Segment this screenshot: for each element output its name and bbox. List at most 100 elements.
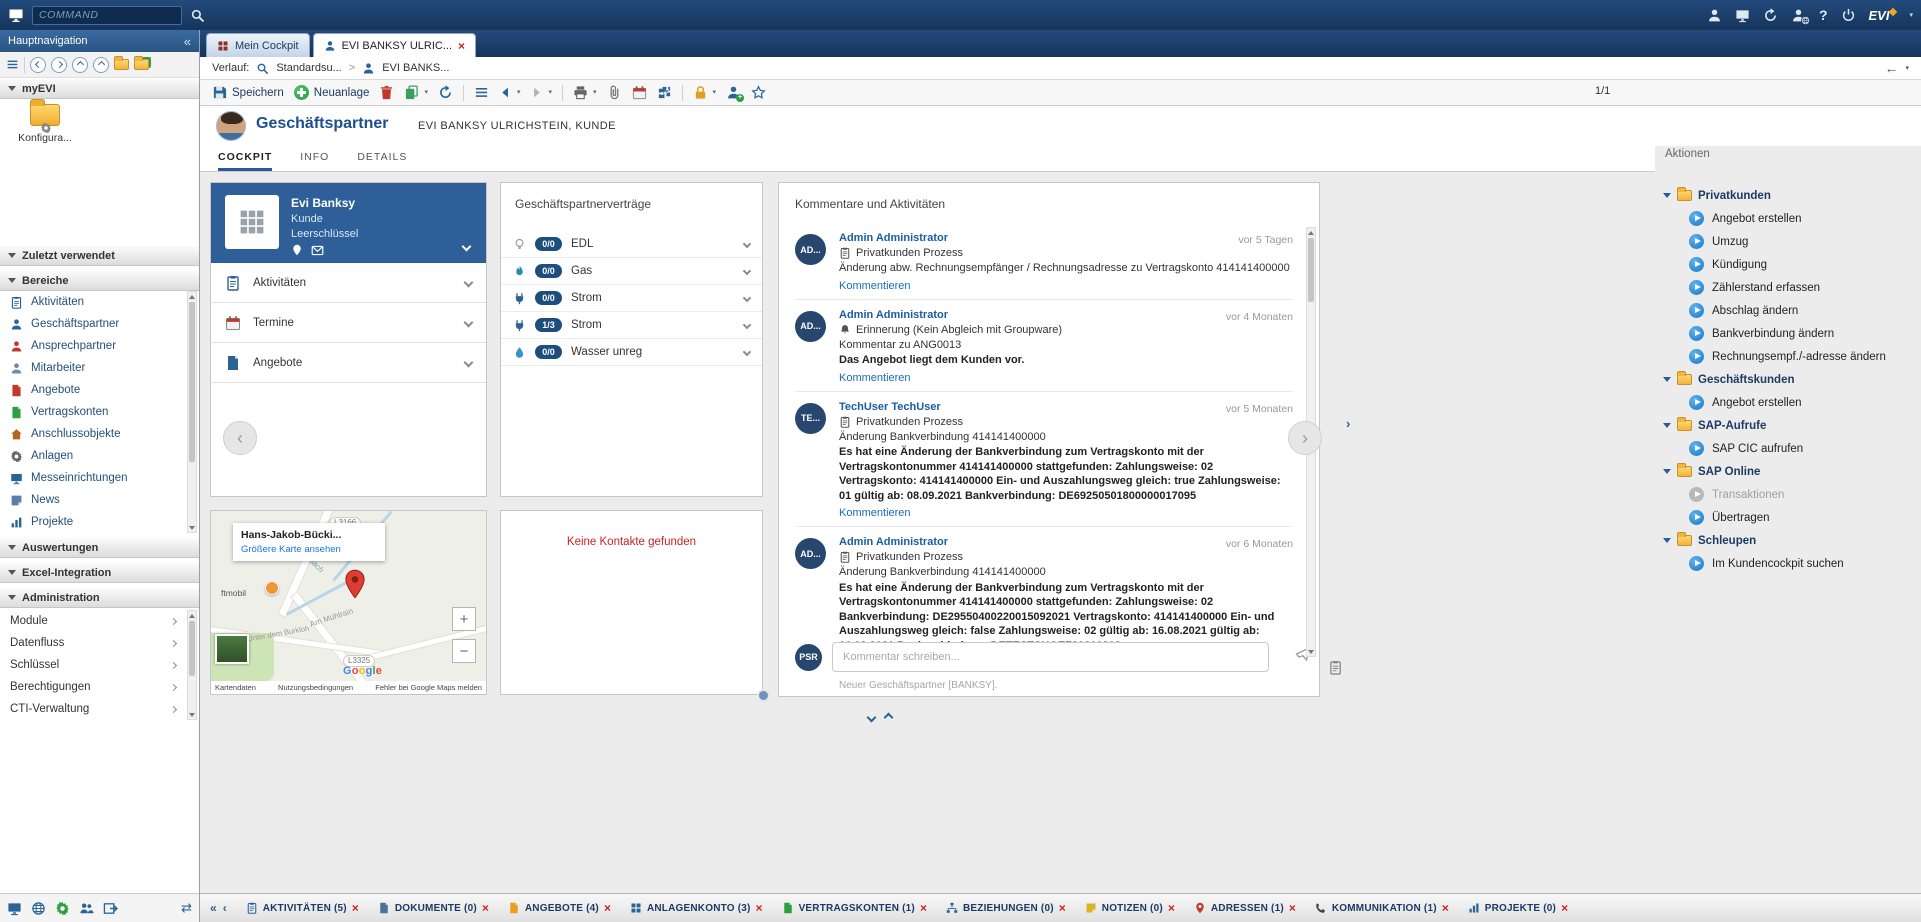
action-abschlag-aendern[interactable]: Abschlag ändern [1663, 299, 1921, 322]
close-icon[interactable]: × [604, 902, 611, 914]
chevron-down-icon[interactable] [462, 242, 472, 252]
search-icon[interactable] [190, 8, 205, 23]
contract-row-strom-2[interactable]: 1/3 Strom [501, 312, 762, 339]
sidebar-item-news[interactable]: News [0, 489, 186, 511]
action-zaehlerstand-erfassen[interactable]: Zählerstand erfassen [1663, 276, 1921, 299]
action-group-sap-online[interactable]: SAP Online [1663, 460, 1921, 483]
scroll-up-icon[interactable] [188, 611, 196, 620]
action-angebot-erstellen-gk[interactable]: Angebot erstellen [1663, 391, 1921, 414]
dock-tab-angebote[interactable]: ANGEBOTE (4)× [508, 902, 611, 914]
contract-row-edl[interactable]: 0/0 EDL [501, 231, 762, 258]
collapse-down-icon[interactable] [867, 713, 877, 723]
contract-row-wasser[interactable]: 0/0 Wasser unreg [501, 339, 762, 366]
chevron-down-icon[interactable] [464, 358, 474, 368]
comment-reply-link[interactable]: Kommentieren [839, 507, 911, 519]
comment-author[interactable]: Admin Administrator [839, 536, 948, 548]
print-button[interactable]: ▾ [573, 85, 597, 100]
breadcrumb-item-standardsuche[interactable]: Standardsu... [276, 62, 341, 74]
section-myevi[interactable]: myEVI [0, 78, 199, 99]
tab-mein-cockpit[interactable]: Mein Cockpit [206, 33, 310, 57]
comment-author[interactable]: Admin Administrator [839, 232, 948, 244]
list-button[interactable] [474, 85, 489, 100]
close-icon[interactable]: × [756, 902, 763, 914]
panel-angebote[interactable]: Angebote [211, 343, 486, 383]
action-group-privatkunden[interactable]: Privatkunden [1663, 184, 1921, 207]
new-record-button[interactable]: Neuanlage [294, 85, 370, 100]
section-auswertungen[interactable]: Auswertungen [0, 537, 199, 558]
menu-icon[interactable] [6, 58, 19, 71]
scroll-thumb[interactable] [189, 621, 195, 676]
app-logo-icon[interactable] [8, 7, 24, 23]
action-im-kundencockpit-suchen[interactable]: Im Kundencockpit suchen [1663, 552, 1921, 575]
comment-author[interactable]: Admin Administrator [839, 309, 948, 321]
sidebar-item-geschaeftspartner[interactable]: Geschäftspartner [0, 313, 186, 335]
settings-icon[interactable] [55, 901, 70, 916]
tab-details[interactable]: DETAILS [357, 146, 407, 171]
dock-tab-kommunikation[interactable]: KOMMUNIKATION (1)× [1315, 902, 1449, 914]
partner-summary-card[interactable]: Evi Banksy Kunde Leerschlüssel [211, 183, 486, 263]
sidebar-item-anschlussobjekte[interactable]: Anschlussobjekte [0, 423, 186, 445]
larger-map-link[interactable]: Größere Karte ansehen [241, 544, 377, 555]
carousel-prev-button[interactable]: ‹ [223, 421, 257, 455]
dock-tab-vertragskonten[interactable]: VERTRAGSKONTEN (1)× [782, 902, 927, 914]
action-angebot-erstellen[interactable]: Angebot erstellen [1663, 207, 1921, 230]
admin-item-cti-verwaltung[interactable]: CTI-Verwaltung [0, 698, 186, 720]
dock-tab-adressen[interactable]: ADRESSEN (1)× [1194, 902, 1296, 914]
sidebar-item-projekte[interactable]: Projekte [0, 511, 186, 533]
dock-scroll-first-icon[interactable]: « [210, 901, 217, 915]
scroll-up-icon[interactable] [1307, 228, 1315, 237]
nav-up-button[interactable] [72, 57, 88, 73]
tab-cockpit[interactable]: COCKPIT [218, 146, 272, 171]
attachment-button[interactable] [607, 85, 622, 100]
nav-forward-button[interactable] [51, 57, 67, 73]
next-record-button[interactable]: ▾ [530, 86, 552, 99]
section-bereiche[interactable]: Bereiche [0, 270, 199, 291]
close-icon[interactable]: × [352, 902, 359, 914]
dock-tab-notizen[interactable]: NOTIZEN (0)× [1085, 902, 1175, 914]
poi-icon[interactable] [265, 581, 279, 595]
comment-author[interactable]: TechUser TechUser [839, 401, 941, 413]
section-excel-integration[interactable]: Excel-Integration [0, 562, 199, 583]
sidebar-item-mitarbeiter[interactable]: Mitarbeiter [0, 357, 186, 379]
prev-record-button[interactable]: ▾ [499, 86, 521, 99]
refresh-icon[interactable] [1763, 8, 1778, 23]
add-folder-button[interactable] [134, 59, 149, 70]
chevron-down-icon[interactable] [743, 321, 751, 329]
map-error-link[interactable]: Fehler bei Google Maps melden [375, 683, 482, 692]
history-dropdown-icon[interactable]: ▾ [1905, 65, 1909, 72]
close-icon[interactable]: × [458, 40, 465, 52]
scroll-thumb[interactable] [189, 302, 195, 462]
zoom-out-button[interactable]: − [452, 639, 476, 663]
sidebar-item-ansprechpartner[interactable]: Ansprechpartner [0, 335, 186, 357]
close-icon[interactable]: × [1442, 902, 1449, 914]
comment-reply-link[interactable]: Kommentieren [839, 372, 911, 384]
admin-item-datenfluss[interactable]: Datenfluss [0, 632, 186, 654]
action-umzug[interactable]: Umzug [1663, 230, 1921, 253]
chevron-down-icon[interactable] [743, 267, 751, 275]
sidebar-item-aktivitaeten[interactable]: Aktivitäten [0, 291, 186, 313]
scroll-down-icon[interactable] [1307, 647, 1315, 656]
user-icon[interactable] [1707, 8, 1722, 23]
location-pin-icon[interactable] [291, 244, 303, 256]
close-icon[interactable]: × [482, 902, 489, 914]
admin-item-schluessel[interactable]: Schlüssel [0, 654, 186, 676]
sidebar-item-messeinrichtungen[interactable]: Messeinrichtungen [0, 467, 186, 489]
nav-top-button[interactable] [93, 57, 109, 73]
clipboard-paste-icon[interactable] [1328, 660, 1343, 678]
splitter-handle[interactable] [757, 689, 770, 702]
panel-termine[interactable]: Termine [211, 303, 486, 343]
chevron-down-icon[interactable] [464, 318, 474, 328]
close-icon[interactable]: × [1561, 902, 1568, 914]
folder-icon[interactable] [114, 59, 129, 70]
close-icon[interactable]: × [1289, 902, 1296, 914]
chevron-down-icon[interactable] [743, 240, 751, 248]
map-terms-link[interactable]: Nutzungsbedingungen [278, 683, 353, 692]
power-icon[interactable] [1841, 8, 1856, 23]
help-icon[interactable]: ? [1819, 7, 1828, 23]
scroll-down-icon[interactable] [188, 523, 196, 532]
users-icon[interactable] [79, 901, 94, 916]
admin-item-berechtigungen[interactable]: Berechtigungen [0, 676, 186, 698]
save-button[interactable]: Speichern [212, 85, 284, 100]
actions-panel-toggle[interactable]: › [1346, 416, 1350, 431]
close-icon[interactable]: × [1168, 902, 1175, 914]
